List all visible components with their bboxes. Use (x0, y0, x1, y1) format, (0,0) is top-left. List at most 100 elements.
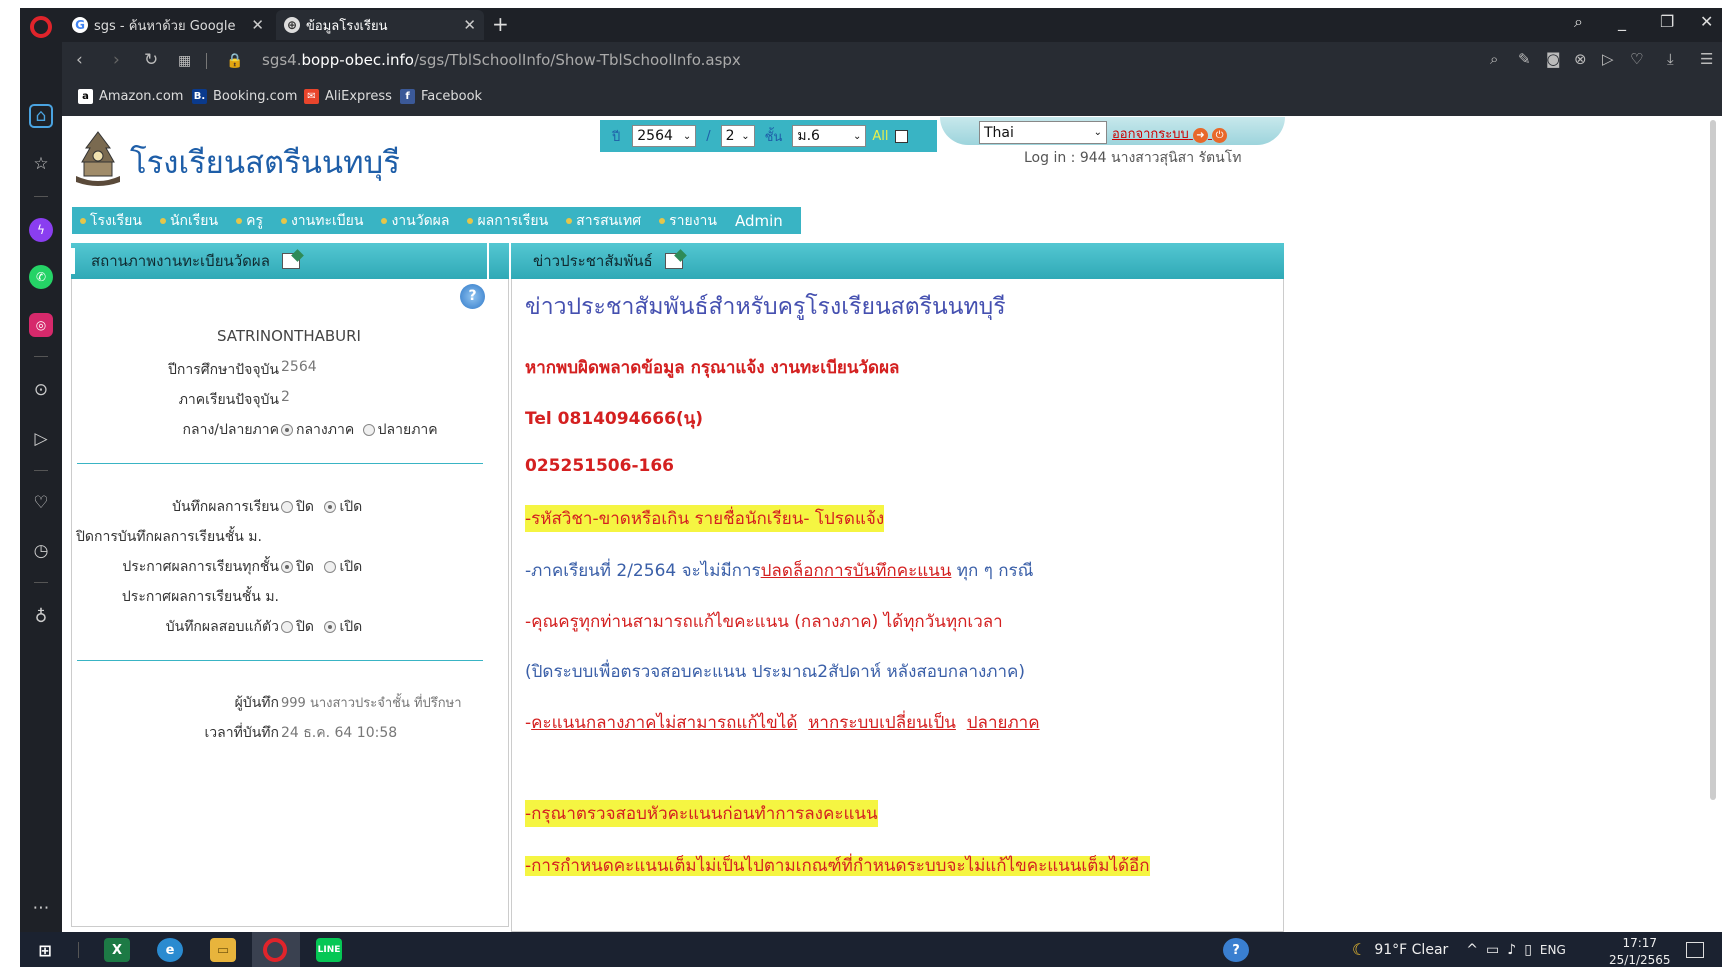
divider (77, 660, 483, 661)
windows-start-icon[interactable]: ⊞ (32, 938, 58, 962)
record-grades-on-radio[interactable] (324, 501, 337, 513)
final-term-radio[interactable] (362, 424, 375, 436)
history-clock-icon[interactable]: ◷ (29, 539, 53, 563)
bookmark-aliexpress[interactable]: ✉ AliExpress (304, 89, 392, 104)
news-line-edit-scores: -คุณครูทุกท่านสามารถแก้ไขคะแนน (กลางภาค)… (525, 612, 1003, 632)
record-grades-radios: ปิด เปิด (281, 496, 362, 518)
google-icon: G (72, 17, 88, 33)
tips-bulb-icon[interactable]: ♁ (29, 605, 53, 629)
url-field[interactable]: sgs4.bopp-obec.info/sgs/TblSchoolInfo/Sh… (262, 51, 741, 69)
globe-icon: ⊕ (284, 17, 300, 33)
adblock-icon[interactable]: ⊗ (1574, 50, 1587, 68)
help-icon[interactable]: ? (460, 284, 485, 309)
bookmark-booking[interactable]: B. Booking.com (192, 89, 297, 104)
bookmark-facebook[interactable]: f Facebook (400, 89, 482, 104)
announce-all-off-radio[interactable] (281, 561, 293, 573)
notifications-icon[interactable] (1686, 942, 1704, 958)
heart-icon[interactable]: ♡ (1630, 50, 1643, 68)
retest-off-radio[interactable] (281, 621, 293, 633)
home-icon[interactable]: ⌂ (29, 104, 53, 128)
edge-icon[interactable]: e (157, 938, 183, 962)
edit-icon[interactable] (664, 253, 683, 269)
file-explorer-icon[interactable]: ▭ (210, 938, 236, 962)
menu-registration[interactable]: งานทะเบียน (280, 210, 363, 232)
whatsapp-icon[interactable]: ✆ (29, 265, 53, 289)
messenger-icon[interactable]: ϟ (29, 218, 53, 242)
download-icon[interactable]: ⤓ (1667, 50, 1674, 68)
zoom-icon[interactable]: ⌕ (1490, 50, 1498, 68)
line-app-icon[interactable]: LINE (316, 938, 342, 962)
close-window-icon[interactable]: ✕ (1700, 12, 1713, 31)
close-record-label: ปิดการบันทึกผลการเรียนชั้น ม. (76, 529, 262, 545)
favorites-heart-icon[interactable]: ♡ (29, 491, 53, 515)
battery-icon[interactable]: ▯ (1524, 942, 1532, 958)
term-select[interactable]: 2 ⌄ (720, 125, 755, 147)
edit-icon[interactable] (281, 253, 300, 269)
menu-results[interactable]: ผลการเรียน (467, 210, 548, 232)
mid-term-radio[interactable] (281, 424, 293, 436)
tab-title: sgs - ค้นหาด้วย Google (94, 18, 236, 34)
recorder-label: ผู้บันทึก (234, 695, 279, 711)
network-icon[interactable]: ▭ (1486, 942, 1499, 958)
record-grades-off-radio[interactable] (281, 501, 293, 513)
instagram-icon[interactable]: ◎ (29, 313, 53, 337)
logout-link[interactable]: ออกจากระบบ ➜ ⏻ (1112, 123, 1228, 144)
settings-menu-icon[interactable]: ☰ (1700, 50, 1713, 68)
menu-information[interactable]: สารสนเทศ (566, 210, 641, 232)
volume-icon[interactable]: ♪ (1507, 942, 1516, 958)
more-dots-icon[interactable]: ⋯ (29, 896, 53, 920)
bookmark-amazon[interactable]: a Amazon.com (78, 89, 183, 104)
tab-google-search[interactable]: G sgs - ค้นหาด้วย Google ✕ (64, 10, 272, 40)
sidebar-divider (34, 356, 48, 357)
tray-chevron-icon[interactable]: ^ (1466, 942, 1478, 958)
opera-logo-icon[interactable] (30, 16, 52, 38)
year-label: ปี (612, 129, 621, 145)
language-indicator[interactable]: ENG (1540, 943, 1566, 957)
news-line-contact: หากพบผิดพลาดข้อมูล กรุณาแจ้ง งานทะเบียนว… (525, 358, 900, 378)
chevron-down-icon: ⌄ (852, 130, 862, 142)
taskbar-clock[interactable]: 17:17 25/1/2565 (1609, 935, 1671, 969)
year-select[interactable]: 2564 ⌄ (632, 125, 697, 147)
camera-icon[interactable]: ◙ (1546, 50, 1561, 68)
menu-admin[interactable]: Admin (735, 212, 783, 230)
close-tab-icon[interactable]: ✕ (463, 16, 476, 34)
retest-on-radio[interactable] (324, 621, 337, 633)
language-select[interactable]: Thai ⌄ (979, 121, 1107, 144)
player-icon[interactable]: ⊙ (29, 378, 53, 402)
news-line-unlock: -ภาคเรียนที่ 2/2564 จะไม่มีการปลดล็อกการ… (525, 561, 1034, 581)
back-icon[interactable]: ‹ (76, 50, 83, 70)
record-grades-label: บันทึกผลการเรียน (172, 499, 279, 515)
minimize-icon[interactable]: _ (1618, 12, 1626, 31)
school-code: SATRINONTHABURI (217, 327, 361, 345)
all-label: All (872, 128, 889, 144)
page-scrollbar[interactable] (1710, 120, 1716, 800)
edit-page-icon[interactable]: ✎ (1518, 50, 1531, 68)
flow-send-icon[interactable]: ▷ (29, 427, 53, 451)
menu-reports[interactable]: รายงาน (659, 210, 717, 232)
close-tab-icon[interactable]: ✕ (251, 16, 264, 34)
excel-icon[interactable]: X (104, 938, 130, 962)
tabs-grid-icon[interactable]: ▦ (178, 53, 191, 69)
announce-all-on-radio[interactable] (324, 561, 337, 573)
record-retest-label: บันทึกผลสอบแก้ตัว (165, 619, 279, 635)
flow-icon[interactable]: ▷ (1602, 50, 1614, 68)
announce-all-label: ประกาศผลการเรียนทุกชั้น (122, 559, 279, 575)
star-icon[interactable]: ☆ (29, 152, 53, 176)
menu-students[interactable]: นักเรียน (159, 210, 218, 232)
tab-school-info[interactable]: ⊕ ข้อมูลโรงเรียน ✕ (276, 10, 484, 40)
restore-icon[interactable]: ❐ (1660, 12, 1674, 31)
class-select[interactable]: ม.6 ⌄ (792, 125, 867, 147)
help-tray-icon[interactable]: ? (1223, 938, 1249, 962)
lock-icon[interactable]: 🔒 (226, 53, 243, 69)
new-tab-button[interactable]: + (492, 12, 509, 36)
menu-teachers[interactable]: ครู (236, 210, 263, 232)
menu-assessment[interactable]: งานวัดผล (381, 210, 449, 232)
amazon-icon: a (78, 89, 93, 104)
forward-icon[interactable]: › (113, 50, 120, 70)
menu-school[interactable]: โรงเรียน (80, 210, 142, 232)
opera-taskbar-icon[interactable] (263, 938, 287, 962)
all-checkbox[interactable] (894, 129, 908, 143)
search-tabs-icon[interactable]: ⌕ (1574, 12, 1583, 32)
weather-text[interactable]: 91°F Clear (1374, 942, 1448, 958)
reload-icon[interactable]: ↻ (144, 50, 158, 70)
